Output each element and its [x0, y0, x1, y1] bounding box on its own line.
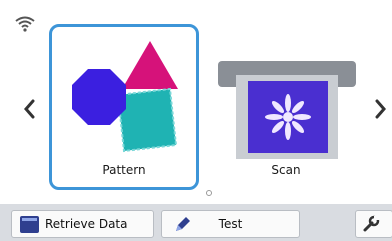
chevron-right-icon — [375, 99, 386, 119]
folder-icon — [20, 215, 39, 233]
home-screen: Pattern Scan Retrieve Data Test — [0, 0, 392, 241]
page-indicator — [206, 190, 212, 196]
retrieve-data-label: Retrieve Data — [45, 217, 128, 231]
pattern-tile[interactable]: Pattern — [49, 24, 199, 190]
settings-button[interactable] — [355, 210, 392, 238]
test-button[interactable]: Test — [161, 210, 300, 238]
chevron-left-icon — [24, 99, 35, 119]
previous-page-button[interactable] — [20, 96, 38, 122]
next-page-button[interactable] — [372, 96, 390, 122]
wrench-icon — [363, 215, 380, 232]
bottom-toolbar: Retrieve Data Test — [0, 204, 392, 241]
scan-label: Scan — [271, 163, 301, 177]
shapes-icon — [72, 41, 178, 153]
wifi-icon — [15, 16, 35, 32]
pattern-label: Pattern — [102, 163, 146, 177]
test-label: Test — [218, 217, 243, 231]
scan-tile[interactable]: Scan — [211, 24, 361, 190]
retrieve-data-button[interactable]: Retrieve Data — [11, 210, 154, 238]
scanner-icon — [218, 61, 356, 159]
